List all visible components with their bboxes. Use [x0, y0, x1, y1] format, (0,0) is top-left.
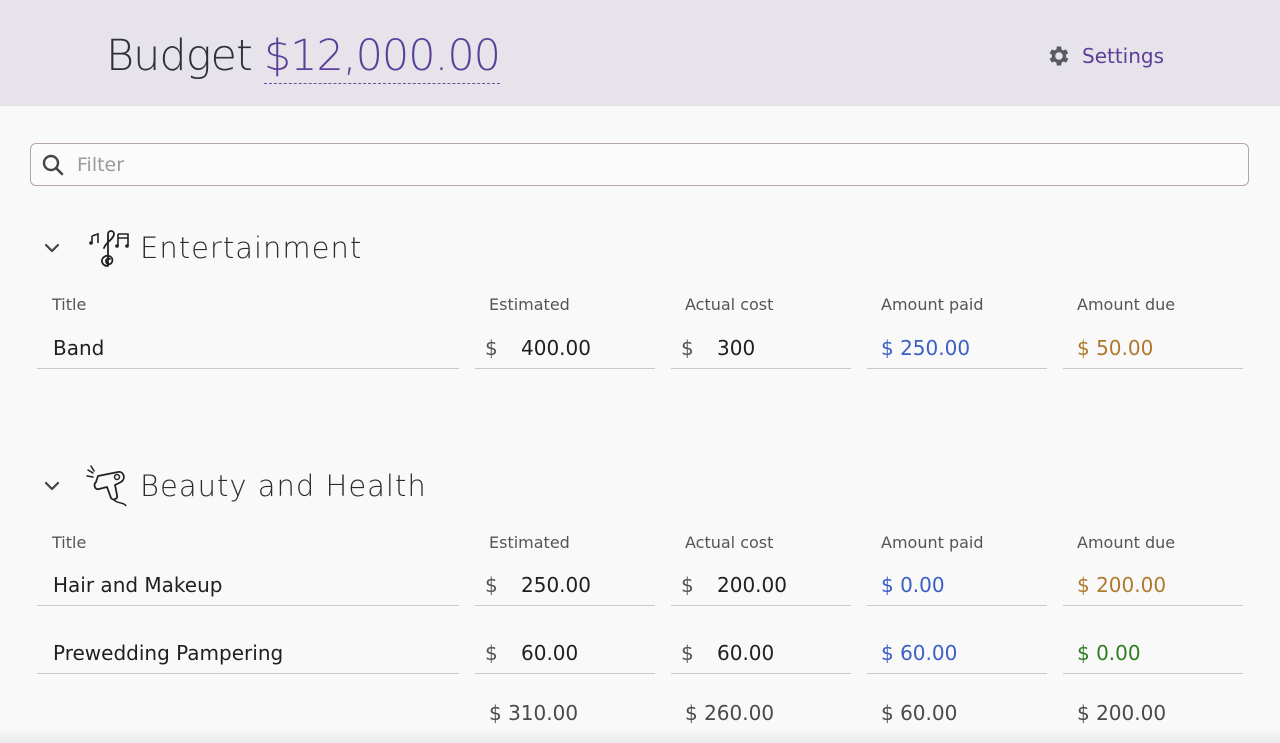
estimated-field[interactable]: $400.00 [475, 327, 655, 369]
budget-label: Budget [106, 31, 253, 81]
estimated-field[interactable]: $60.00 [475, 632, 655, 674]
actual-cost-field[interactable]: $300 [671, 327, 851, 369]
currency-symbol: $ [485, 335, 498, 360]
column-label-estimated: Estimated [489, 533, 570, 552]
currency-symbol: $ [485, 640, 498, 665]
total-estimated: $ 310.00 [489, 701, 579, 725]
column-label-title: Title [52, 295, 87, 314]
row-title-field[interactable]: Prewedding Pampering [37, 632, 459, 674]
actual-cost-field[interactable]: $60.00 [671, 632, 851, 674]
column-label-estimated: Estimated [489, 295, 570, 314]
estimated-field[interactable]: $250.00 [475, 564, 655, 606]
column-label-due: Amount due [1077, 295, 1176, 314]
settings-button[interactable]: Settings [1046, 41, 1164, 71]
actual-cost-value: 200.00 [717, 572, 787, 597]
search-icon [42, 154, 64, 175]
column-label-paid: Amount paid [881, 533, 984, 552]
row-title-field[interactable]: Band [37, 327, 459, 369]
column-label-title: Title [52, 533, 87, 552]
amount-paid-field[interactable]: $ 0.00 [867, 564, 1047, 606]
amount-paid-field[interactable]: $ 250.00 [867, 327, 1047, 369]
estimated-value: 400.00 [521, 335, 591, 360]
budget-heading: Budget $12,000.00 [106, 28, 501, 84]
amount-paid-field[interactable]: $ 60.00 [867, 632, 1047, 674]
amount-due-value: $ 50.00 [1063, 327, 1243, 369]
estimated-value: 250.00 [521, 572, 591, 597]
chevron-down-icon[interactable] [40, 236, 64, 260]
chevron-down-icon[interactable] [40, 474, 64, 498]
hair-dryer-icon [86, 465, 127, 507]
currency-symbol: $ [681, 335, 694, 360]
music-notes-icon [89, 230, 129, 267]
column-label-actual: Actual cost [685, 533, 774, 552]
amount-due-value: $ 0.00 [1063, 632, 1243, 674]
estimated-value: 60.00 [521, 640, 579, 665]
settings-label: Settings [1082, 44, 1165, 68]
currency-symbol: $ [681, 572, 694, 597]
currency-symbol: $ [485, 572, 498, 597]
section-title: Beauty and Health [140, 469, 427, 503]
currency-symbol: $ [681, 640, 694, 665]
filter-bar [30, 143, 1249, 186]
total-amount-due: $ 200.00 [1077, 701, 1167, 725]
total-amount-paid: $ 60.00 [881, 701, 958, 725]
amount-due-value: $ 200.00 [1063, 564, 1243, 606]
filter-input[interactable] [75, 152, 1229, 177]
column-label-paid: Amount paid [881, 295, 984, 314]
section-header-entertainment: Entertainment [40, 224, 362, 272]
total-actual-cost: $ 260.00 [685, 701, 775, 725]
section-title: Entertainment [140, 231, 363, 265]
column-label-due: Amount due [1077, 533, 1176, 552]
actual-cost-value: 60.00 [717, 640, 775, 665]
actual-cost-field[interactable]: $200.00 [671, 564, 851, 606]
section-header-beauty-health: Beauty and Health [40, 462, 427, 510]
column-label-actual: Actual cost [685, 295, 774, 314]
gear-icon [1049, 46, 1069, 66]
actual-cost-value: 300 [717, 335, 756, 360]
bottom-edge-shadow [0, 728, 1280, 743]
top-header: Budget $12,000.00 Settings [0, 0, 1280, 106]
row-title-field[interactable]: Hair and Makeup [37, 564, 459, 606]
budget-amount[interactable]: $12,000.00 [263, 31, 501, 84]
